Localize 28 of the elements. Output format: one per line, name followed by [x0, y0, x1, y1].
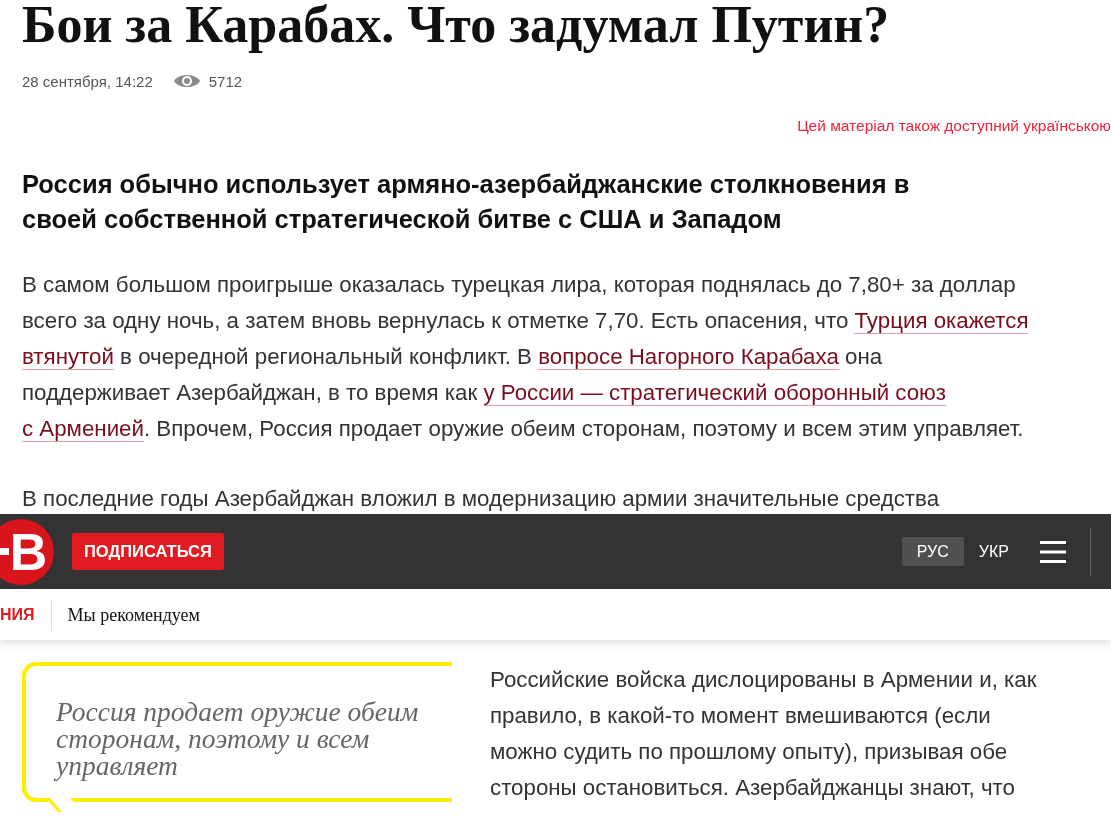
paragraph-text: . Впрочем, Россия продает оружие обеим сторонам, поэтому и всем этим управляет. — [143, 416, 1024, 441]
article-link[interactable]: вопросе Нагорного Карабаха — [538, 344, 839, 370]
view-count: 5712 — [208, 72, 243, 90]
language-tab[interactable]: РУС — [901, 537, 964, 566]
paragraph-text: поддерживает Азербайджан, в то время как — [22, 380, 479, 405]
language-link[interactable]: Цей матеріал також доступний українською — [797, 117, 1111, 135]
publish-date: 28 сентября, 14:22 — [22, 72, 153, 90]
article-link[interactable]: втянутой — [22, 344, 114, 370]
paragraph-text: всего за одну ночь, а затем вновь вернулась к отметке 7,70. Есть опасения, что — [22, 308, 850, 333]
article-link[interactable]: Турция окажется — [854, 308, 1029, 334]
nav-tab[interactable]: НИЯ — [0, 599, 51, 630]
subscribe-button[interactable]: ПОДПИСАТЬСЯ — [72, 533, 224, 570]
paragraph-text: в очередной региональный конфликт. В — [119, 344, 533, 369]
paragraph-text: Российские войска дислоцированы в Армении и, как — [490, 666, 1037, 694]
paragraph-text: она — [844, 344, 883, 369]
article-link[interactable]: у России — стратегический оборонный союз — [483, 380, 947, 406]
site-logo[interactable]: В — [0, 518, 54, 585]
paragraph-text: правило, в какой-то момент вмешиваются (если — [490, 702, 992, 730]
article-link[interactable]: с Арменией — [22, 416, 144, 442]
menu-icon[interactable] — [1040, 540, 1066, 563]
eye-icon — [172, 72, 201, 90]
paragraph-text: стороны остановиться. Азербайджанцы знают, что — [490, 774, 1016, 802]
article-subtitle: Россия обычно использует армяно-азербайджанские столкновения в своей собственной стратегической битве с США и Западом — [22, 169, 911, 235]
paragraph-text: В самом большом проигрыше оказалась турецкая лира, которая поднялась до 7,80+ за доллар — [22, 272, 1016, 297]
nav-tab[interactable]: Мы рекомендуем — [50, 599, 216, 630]
language-tab[interactable]: УКР — [963, 537, 1024, 566]
paragraph-text: можно судить по прошлому опыту), призывая обе — [490, 738, 1009, 766]
paragraph-text: В последние годы Азербайджан вложил в модернизацию армии значительные средства — [22, 485, 941, 513]
